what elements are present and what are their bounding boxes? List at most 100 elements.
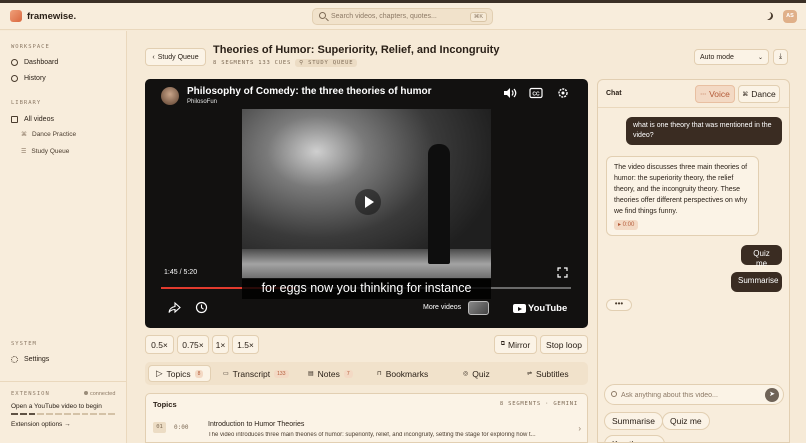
search-placeholder[interactable]: Search videos, chapters, quotes...	[331, 13, 437, 20]
search-icon	[319, 12, 326, 19]
page-meta: 8 SEGMENTS 133 CUES ⚲ STUDY QUEUE	[213, 59, 358, 67]
timestamp-chip[interactable]: ▸ 0:00	[614, 220, 639, 230]
tab-transcript[interactable]: ▭ Transcript 133	[223, 365, 289, 382]
page-title: Theories of Humor: Superiority, Relief, …	[213, 44, 500, 56]
tab-bookmarks[interactable]: ⊓ Bookmarks	[377, 365, 428, 382]
topics-panel: Topics 8 SEGMENTS · GEMINI 01 0:00 Intro…	[145, 393, 588, 443]
badge-label: STUDY QUEUE	[308, 60, 354, 66]
library-label: LIBRARY	[11, 100, 42, 106]
tab-label: Transcript	[232, 368, 271, 379]
mirror-icon: ⧉	[500, 341, 506, 347]
more-videos-label[interactable]: More videos	[423, 304, 461, 311]
subtitles-icon: ⇌	[527, 371, 533, 377]
voice-label: Voice	[709, 89, 730, 99]
suggestion-summarise[interactable]: Summarise	[604, 412, 663, 430]
sidebar-item-all-videos[interactable]: All videos	[11, 114, 54, 125]
suggestion-quiz-me[interactable]: Quiz me	[662, 412, 710, 430]
search-bar[interactable]: Search videos, chapters, quotes... ⌘K	[312, 8, 493, 25]
voice-icon: ⋯	[700, 91, 707, 98]
app-header: framewise. Search videos, chapters, quot…	[0, 3, 806, 30]
workspace-label: WORKSPACE	[11, 44, 50, 50]
sidebar-item-history[interactable]: History	[11, 73, 46, 84]
sidebar-item-settings[interactable]: Settings	[11, 354, 49, 365]
speed-0.5-button[interactable]: 0.5×	[145, 335, 174, 354]
user-message: Quiz me	[741, 245, 782, 268]
chat-panel: Chat ⋯ Voice ⌘ Dance what is one theory …	[597, 79, 790, 443]
video-subtitle: for eggs now you thinking for instance	[242, 278, 491, 299]
extension-options-link[interactable]: Extension options →	[11, 421, 71, 428]
segments-cues-count: 8 SEGMENTS 133 CUES	[213, 60, 292, 66]
mirror-button[interactable]: ⧉ Mirror	[494, 335, 537, 354]
topic-number: 01	[153, 422, 166, 433]
play-icon[interactable]	[355, 189, 381, 215]
video-time: 1:45 / 5:20	[164, 269, 198, 276]
chat-title: Chat	[606, 90, 622, 97]
fullscreen-icon[interactable]	[557, 267, 568, 278]
app-name[interactable]: framewise.	[27, 11, 76, 22]
chat-header: Chat ⋯ Voice ⌘ Dance	[598, 80, 789, 108]
speed-0.75-button[interactable]: 0.75×	[177, 335, 209, 354]
voice-button[interactable]: ⋯ Voice	[695, 85, 735, 103]
chevron-down-icon: ⌄	[757, 54, 763, 61]
tab-topics[interactable]: ▷ Topics 8	[148, 365, 212, 382]
sidebar-item-dashboard[interactable]: Dashboard	[11, 57, 58, 68]
sidebar-item-label: History	[24, 75, 46, 82]
queue-badge[interactable]: ⚲ STUDY QUEUE	[295, 59, 358, 67]
youtube-logo[interactable]: YouTube	[513, 303, 567, 314]
sidebar-item-label: Dance Practice	[32, 131, 77, 138]
chat-input-box[interactable]: ➤	[604, 384, 784, 405]
chevron-right-icon: ›	[578, 424, 581, 433]
download-button[interactable]: ⤓	[773, 49, 788, 65]
back-button[interactable]: ‹ Study Queue	[145, 48, 206, 66]
tab-notes[interactable]: ▤ Notes 7	[308, 365, 353, 382]
svg-text:CC: CC	[532, 91, 540, 97]
video-performer	[428, 144, 450, 264]
tab-label: Subtitles	[536, 368, 569, 379]
dance-button[interactable]: ⌘ Dance	[738, 85, 780, 103]
assistant-message-text: The video discusses three main theories …	[614, 164, 748, 215]
volume-icon[interactable]	[503, 87, 517, 99]
download-icon: ⤓	[778, 53, 783, 60]
speed-1.5-button[interactable]: 1.5×	[232, 335, 259, 354]
watch-later-icon[interactable]	[195, 301, 208, 314]
mode-select[interactable]: Auto mode ⌄	[694, 49, 769, 65]
sparkle-icon	[611, 391, 617, 397]
video-player[interactable]: Philosophy of Comedy: the three theories…	[145, 79, 588, 328]
settings-gear-icon[interactable]	[556, 87, 570, 99]
chevron-left-icon: ‹	[152, 53, 155, 61]
captions-icon[interactable]: CC	[529, 87, 543, 99]
speed-1-button[interactable]: 1×	[212, 335, 229, 354]
tab-quiz[interactable]: ◎ Quiz	[463, 365, 490, 382]
tab-count: 8	[194, 369, 204, 378]
user-avatar[interactable]: AS	[783, 10, 797, 23]
channel-avatar[interactable]	[161, 87, 179, 105]
search-shortcut: ⌘K	[469, 12, 487, 22]
sidebar-item-study-queue[interactable]: ☰ Study Queue	[21, 148, 69, 155]
tab-bar: ▷ Topics 8 ▭ Transcript 133 ▤ Notes 7 ⊓ …	[145, 362, 588, 385]
video-title[interactable]: Philosophy of Comedy: the three theories…	[187, 86, 431, 97]
youtube-wordmark: YouTube	[528, 303, 568, 314]
share-icon[interactable]	[168, 301, 181, 314]
mirror-label: Mirror	[508, 339, 531, 350]
list-item[interactable]: 01 0:00 Introduction to Humor Theories T…	[153, 418, 581, 440]
mode-select-value: Auto mode	[700, 53, 734, 61]
more-videos-thumbnail[interactable]	[468, 301, 489, 315]
video-channel[interactable]: PhilosoFun	[187, 99, 217, 105]
sidebar: WORKSPACE Dashboard History LIBRARY All …	[0, 31, 127, 443]
extension-status-text: connected	[90, 391, 116, 397]
chat-input[interactable]	[621, 389, 761, 401]
send-button[interactable]: ➤	[765, 388, 779, 402]
bookmark-icon: ⊓	[377, 371, 382, 377]
tab-label: Topics	[166, 368, 191, 379]
moon-icon[interactable]	[764, 11, 774, 21]
dance-label: Dance	[751, 89, 776, 99]
extension-panel: EXTENSION connected Open a YouTube video…	[0, 381, 127, 443]
extension-message: Open a YouTube video to begin	[11, 403, 102, 410]
system-label: SYSTEM	[11, 341, 37, 347]
suggestion-key-themes[interactable]: Key themes	[604, 435, 665, 442]
sidebar-item-dance-practice[interactable]: ⌘ Dance Practice	[21, 131, 76, 138]
extension-progress	[11, 413, 115, 415]
topics-header: Topics	[153, 400, 177, 409]
tab-subtitles[interactable]: ⇌ Subtitles	[527, 365, 569, 382]
stop-loop-button[interactable]: Stop loop	[540, 335, 588, 354]
